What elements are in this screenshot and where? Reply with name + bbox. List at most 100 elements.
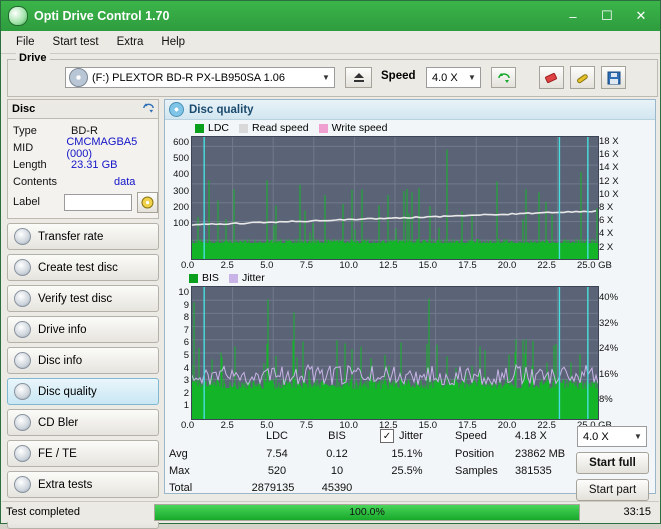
legend-label-write-speed: Write speed — [331, 122, 388, 134]
bullet-icon — [14, 414, 31, 431]
disc-field-mid: MID CMCMAGBA5 (000) — [8, 136, 158, 160]
chevron-down-icon: ▼ — [468, 73, 476, 82]
sidebar-item-disc-quality[interactable]: Disc quality — [7, 378, 159, 405]
axis-tick-label: 3 — [183, 375, 189, 387]
app-icon — [8, 6, 28, 26]
axis-tick-label: 9 — [183, 299, 189, 311]
maximize-button[interactable]: ☐ — [590, 4, 624, 28]
minimize-button[interactable]: – — [556, 4, 590, 28]
disc-section-title: Disc — [12, 103, 36, 115]
start-full-button[interactable]: Start full — [576, 452, 649, 474]
speed-label: Speed — [381, 70, 416, 82]
axis-tick-label: 5 — [183, 350, 189, 361]
legend-swatch-bis — [189, 273, 198, 283]
legend-swatch-jitter — [228, 273, 238, 283]
axis-tick-label: 4 X — [599, 228, 614, 240]
disc-field-contents: Contents data — [8, 173, 158, 190]
panel-header: Disc quality — [165, 100, 655, 120]
axis-tick-label: 6 — [183, 337, 189, 349]
sidebar-item-create-test-disc[interactable]: Create test disc — [7, 254, 159, 281]
drive-group-label: Drive — [16, 52, 50, 64]
legend-top: LDC Read speed Write speed — [195, 122, 388, 134]
bullet-icon — [14, 352, 31, 369]
menu-item-extra[interactable]: Extra — [108, 34, 153, 50]
sidebar-item-label: Extra tests — [38, 478, 93, 491]
axis-tick-label: 10.0 — [339, 260, 358, 271]
axis-tick-label: 100 — [173, 218, 189, 229]
bullet-icon — [14, 445, 31, 462]
axis-tick-label: 10 — [178, 287, 189, 298]
progress-bar: 100.0% — [154, 503, 580, 521]
disc-refresh-icon[interactable] — [142, 102, 155, 117]
ldc-chart — [191, 136, 599, 260]
sidebar-item-label: Transfer rate — [38, 230, 104, 243]
eraser-button[interactable] — [539, 66, 564, 89]
sidebar-item-verify-test-disc[interactable]: Verify test disc — [7, 285, 159, 312]
panel-title: Disc quality — [189, 103, 254, 116]
sidebar-item-cd-bler[interactable]: CD Bler — [7, 409, 159, 436]
legend-swatch-ldc — [195, 123, 204, 133]
axis-tick-label: 0.0 — [181, 420, 195, 431]
eject-button[interactable] — [345, 67, 372, 88]
axis-tick-label: 12.5 — [379, 260, 398, 271]
disc-label-input[interactable] — [64, 193, 133, 211]
axis-tick-label: 12 X — [599, 175, 619, 187]
refresh-icon — [497, 72, 510, 83]
drive-icon — [69, 68, 88, 87]
test-speed-value: 4.0 X — [583, 430, 609, 443]
disc-label-icon[interactable] — [137, 191, 158, 213]
drive-speed-select[interactable]: 4.0 X ▼ — [426, 67, 481, 88]
legend-label-read-speed: Read speed — [252, 122, 309, 134]
test-speed-select[interactable]: 4.0 X ▼ — [577, 426, 647, 447]
sidebar-item-drive-info[interactable]: Drive info — [7, 316, 159, 343]
results-row-avg-ldc: 7.54 — [266, 448, 288, 460]
title-bar: Opti Drive Control 1.70 – ☐ ✕ — [1, 1, 660, 31]
sidebar-item-label: Create test disc — [38, 261, 118, 274]
bis-chart — [191, 286, 599, 420]
bullet-icon — [14, 228, 31, 245]
jitter-label: Jitter — [399, 430, 423, 442]
axis-tick-label: 8 X — [599, 202, 614, 213]
axis-tick-label: 2.5 — [220, 420, 234, 431]
sidebar: Disc Type BD-R MID CMCMAGBA5 (000) Lengt… — [7, 99, 159, 529]
start-part-button[interactable]: Start part — [576, 479, 649, 501]
axis-tick-label: 500 — [173, 153, 189, 165]
speed-result-label: Speed — [455, 430, 487, 442]
jitter-checkbox[interactable]: ✓ Jitter — [380, 429, 423, 443]
axis-tick-label: 8 — [183, 312, 189, 324]
save-button[interactable] — [601, 66, 626, 89]
axis-tick-label: 17.5 — [458, 260, 477, 271]
bullet-icon — [14, 383, 31, 400]
results-row-avg-jitter: 15.1% — [391, 448, 423, 460]
axis-tick-label: 15.0 — [418, 260, 438, 271]
sidebar-item-fe-te[interactable]: FE / TE — [7, 440, 159, 467]
axis-tick-label: 2.5 — [220, 260, 234, 271]
menu-item-file[interactable]: File — [7, 34, 44, 50]
sidebar-item-extra-tests[interactable]: Extra tests — [7, 471, 159, 498]
axis-tick-label: 25.0 GB — [577, 260, 612, 271]
axis-tick-label: 400 — [173, 169, 189, 181]
results-col-ldc: LDC — [265, 430, 288, 442]
legend-swatch-write-speed — [318, 123, 328, 133]
menu-item-help[interactable]: Help — [152, 34, 194, 50]
axis-tick-label: 8% — [599, 394, 613, 406]
legend-bottom: BIS Jitter — [189, 272, 265, 284]
close-button[interactable]: ✕ — [624, 4, 658, 28]
results-row-total-bis: 45390 — [321, 482, 353, 494]
sidebar-item-label: Disc quality — [38, 385, 97, 398]
drive-select[interactable]: (F:) PLEXTOR BD-R PX-LB950SA 1.06 ▼ — [65, 67, 335, 88]
sidebar-item-transfer-rate[interactable]: Transfer rate — [7, 223, 159, 250]
axis-tick-label: 10 X — [599, 188, 619, 200]
axis-tick-label: 6 X — [599, 215, 614, 227]
position-label: Position — [455, 448, 495, 460]
sidebar-item-disc-info[interactable]: Disc info — [7, 347, 159, 374]
axis-tick-label: 24% — [599, 343, 619, 355]
menu-item-start-test[interactable]: Start test — [44, 34, 108, 50]
results-col-bis: BIS — [328, 430, 346, 442]
save-icon — [607, 71, 620, 84]
tools-button[interactable] — [570, 66, 595, 89]
legend-label-jitter: Jitter — [241, 272, 265, 284]
chevron-down-icon: ▼ — [634, 432, 642, 441]
refresh-button[interactable] — [491, 67, 516, 88]
menu-bar: File Start test Extra Help — [1, 31, 660, 54]
